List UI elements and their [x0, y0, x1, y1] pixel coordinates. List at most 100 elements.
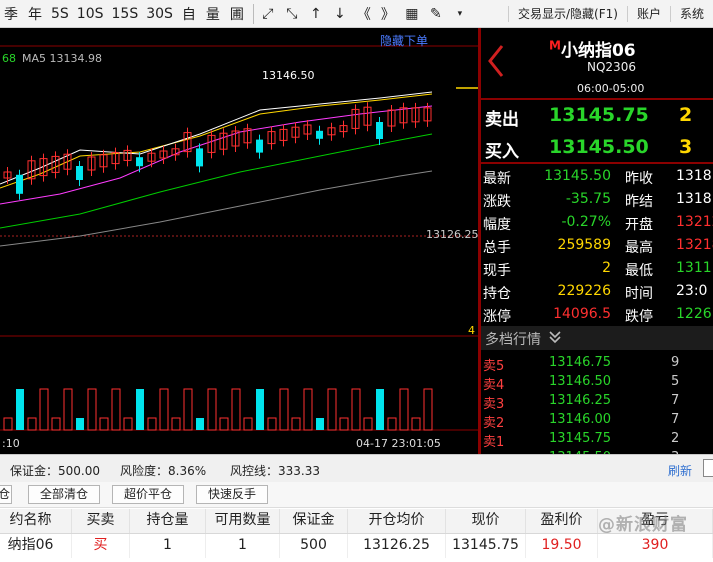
volume-button[interactable]: 量	[202, 3, 224, 25]
indicator-button[interactable]: 圃	[226, 3, 248, 25]
stat-value: -35.75	[565, 191, 611, 207]
quick-reverse-button[interactable]: 快速反手	[196, 485, 268, 504]
cell-profit-loss[interactable]: 390	[598, 534, 713, 558]
volume-bar	[303, 388, 313, 431]
arrow-up-icon[interactable]: ↑	[305, 3, 327, 25]
buy-qty: 3	[679, 136, 693, 158]
stat-value: 13212	[676, 214, 713, 230]
depth-price: 13146.00	[549, 412, 612, 427]
column-header-side[interactable]: 买卖	[72, 509, 130, 533]
stat-value: 13181	[676, 168, 713, 184]
column-header-last-price[interactable]: 现价	[446, 509, 526, 533]
system-menu[interactable]: 系统	[669, 6, 713, 22]
stat-label: 昨收	[625, 171, 653, 187]
buy-price[interactable]: 13145.50	[549, 136, 649, 158]
period-season-button[interactable]: 季	[0, 3, 22, 25]
refresh-link[interactable]: 刷新	[668, 462, 692, 479]
cell-side[interactable]: 买	[72, 534, 130, 558]
depth-row[interactable]: 卖5 13146.75 9	[481, 354, 713, 374]
hide-order-link[interactable]: 隐藏下单	[380, 32, 428, 49]
scroll-left-icon[interactable]: 《	[353, 3, 375, 25]
close-all-button[interactable]: 全部清仓	[28, 485, 100, 504]
contract-name: 小纳指06	[560, 41, 636, 61]
cell-position[interactable]: 1	[130, 534, 206, 558]
cell-profit-price[interactable]: 19.50	[526, 534, 598, 558]
cell-available[interactable]: 1	[206, 534, 280, 558]
panel-toggle[interactable]	[703, 459, 713, 477]
column-header-position[interactable]: 持仓量	[130, 509, 206, 533]
stat-row: 涨停 14096.5 跌停 1226	[481, 303, 713, 326]
volume-bar	[147, 417, 157, 431]
stat-value: 13218	[676, 237, 713, 253]
cell-last-price[interactable]: 13145.75	[446, 534, 526, 558]
depth-price: 13146.25	[549, 393, 612, 408]
period-year-button[interactable]: 年	[24, 3, 46, 25]
depth-row[interactable]: 卖2 13146.00 7	[481, 411, 713, 431]
depth-row[interactable]: 卖4 13146.50 5	[481, 373, 713, 393]
stat-value: 13111	[676, 260, 713, 276]
period-10s-button[interactable]: 10S	[74, 3, 107, 25]
volume-bar	[16, 389, 24, 430]
depth-price: 13145.75	[549, 431, 612, 446]
super-price-close-button[interactable]: 超价平仓	[112, 485, 184, 504]
volume-bar	[219, 417, 229, 431]
watermark: @新浪财富	[598, 515, 688, 535]
buy-label: 买入	[485, 142, 519, 162]
position-tab[interactable]: 仓	[0, 485, 12, 504]
stat-value: 229226	[557, 283, 611, 299]
cell-open-avg[interactable]: 13126.25	[348, 534, 446, 558]
layout-grid-icon[interactable]: ▦	[401, 3, 423, 25]
ma-line	[0, 170, 433, 247]
depth-volume: 2	[671, 431, 680, 446]
zoom-out-icon[interactable]: ⤡	[281, 3, 303, 25]
depth-volume: 7	[671, 393, 680, 408]
period-30s-button[interactable]: 30S	[143, 3, 176, 25]
time-axis-left: :10	[2, 437, 20, 450]
period-5s-button[interactable]: 5S	[48, 3, 72, 25]
depth-row[interactable]: 卖1 13145.75 2	[481, 430, 713, 450]
depth-row[interactable]: 卖3 13146.25 7	[481, 392, 713, 412]
volume-bar	[231, 388, 241, 431]
custom-period-button[interactable]: 自	[178, 3, 200, 25]
volume-bars	[3, 388, 433, 431]
depth-label: 卖4	[483, 378, 505, 393]
cell-contract[interactable]: 纳指06	[0, 534, 72, 558]
back-arrow-icon[interactable]	[487, 44, 505, 78]
candle-body	[136, 157, 143, 167]
volume-bar	[363, 417, 373, 431]
depth-header[interactable]: 多档行情	[481, 326, 713, 350]
volume-bar	[27, 417, 37, 431]
column-header-margin[interactable]: 保证金	[280, 509, 348, 533]
sell-label: 卖出	[485, 110, 519, 130]
contract-code: NQ2306	[587, 60, 636, 74]
double-chevron-down-icon[interactable]	[549, 331, 561, 344]
depth-price: 13146.50	[549, 374, 612, 389]
account-menu[interactable]: 账户	[626, 6, 670, 22]
sell-price[interactable]: 13145.75	[549, 104, 649, 126]
time-axis-cursor: 04-17 23:01:05	[356, 437, 441, 450]
stat-row: 最新 13145.50 昨收 13181	[481, 165, 713, 188]
cell-margin[interactable]: 500	[280, 534, 348, 558]
position-actions: 仓 全部清仓 超价平仓 快速反手	[0, 482, 713, 508]
column-header-available[interactable]: 可用数量	[206, 509, 280, 533]
kline-chart[interactable]: 68 MA5 13134.98 隐藏下单 13146.50 13126.25 4…	[0, 28, 479, 454]
stat-row: 幅度 -0.27% 开盘 13212	[481, 211, 713, 234]
arrow-down-icon[interactable]: ↓	[329, 3, 351, 25]
level-price-label: 13126.25	[426, 228, 479, 241]
column-header-open-avg[interactable]: 开仓均价	[348, 509, 446, 533]
period-15s-button[interactable]: 15S	[109, 3, 142, 25]
zoom-in-icon[interactable]: ⤢	[257, 3, 279, 25]
stat-row: 总手 259589 最高 13218	[481, 234, 713, 257]
scroll-right-icon[interactable]: 》	[377, 3, 399, 25]
column-header-profit-price[interactable]: 盈利价	[526, 509, 598, 533]
volume-bar	[207, 388, 217, 431]
kline-canvas[interactable]	[0, 28, 478, 454]
column-header-contract[interactable]: 约名称	[0, 509, 72, 533]
draw-pen-icon[interactable]: ✎	[425, 3, 447, 25]
buy-row[interactable]: 买入 13145.50 3	[481, 132, 713, 162]
volume-bar	[243, 417, 253, 431]
volume-bar	[87, 388, 97, 431]
draw-menu-dropdown-icon[interactable]: ▾	[449, 3, 471, 25]
sell-row[interactable]: 卖出 13145.75 2	[481, 100, 713, 130]
trade-display-toggle[interactable]: 交易显示/隐藏(F1)	[508, 6, 627, 22]
